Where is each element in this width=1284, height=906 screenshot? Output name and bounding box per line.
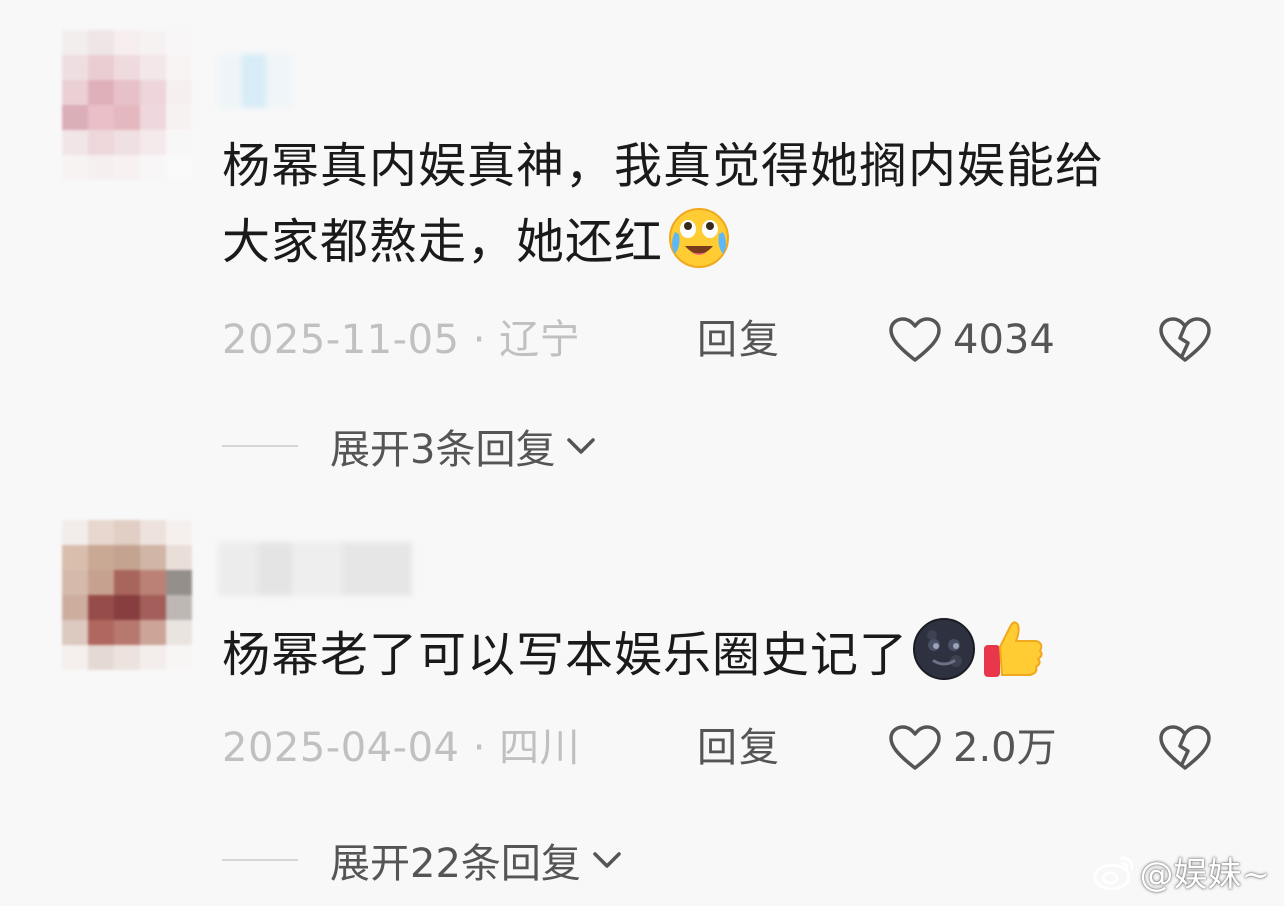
heart-icon [889, 725, 941, 770]
comment-date: 2025-11-05 [222, 317, 460, 363]
username[interactable] [218, 542, 412, 596]
expand-replies-button[interactable]: 展开22条回复 [222, 830, 623, 890]
thumbs-up-emoji-icon [980, 615, 1048, 683]
dislike-button[interactable] [1157, 316, 1213, 381]
new-moon-face-emoji-icon [910, 615, 978, 683]
comment-location: 四川 [499, 725, 581, 771]
comment-location: 辽宁 [499, 317, 581, 363]
chevron-down-icon [593, 852, 621, 868]
chevron-down-icon [567, 438, 596, 454]
reply-button[interactable]: 回复 [697, 310, 781, 370]
crying-laughing-emoji-icon [665, 202, 733, 270]
meta-separator: · [472, 317, 500, 363]
like-count: 2.0万 [953, 725, 1057, 771]
like-button[interactable]: 4034 [887, 310, 1055, 370]
expand-divider [222, 445, 298, 447]
like-count: 4034 [953, 317, 1055, 363]
weibo-icon [1093, 856, 1133, 890]
comment-meta: 2025-11-05 · 辽宁 回复 4034 [222, 310, 1222, 370]
expand-replies-label: 展开3条回复 [330, 427, 556, 473]
meta-separator: · [472, 725, 500, 771]
reply-button[interactable]: 回复 [697, 718, 781, 778]
heart-icon [889, 317, 941, 362]
comment-meta: 2025-04-04 · 四川 回复 2.0万 [222, 718, 1222, 778]
expand-divider [222, 859, 298, 861]
avatar[interactable] [62, 520, 192, 670]
comment-text: 杨幂老了可以写本娱乐圈史记了 [222, 615, 1048, 691]
watermark-text: @娱妹~ [1139, 855, 1271, 895]
comment-text-line: 杨幂老了可以写本娱乐圈史记了 [222, 627, 909, 683]
comment-date: 2025-04-04 [222, 725, 460, 771]
watermark: @娱妹~ [1092, 847, 1271, 896]
comment-text-line: 杨幂真内娱真神，我真觉得她搁内娱能给 [222, 138, 1105, 194]
like-button[interactable]: 2.0万 [887, 718, 1057, 778]
expand-replies-label: 展开22条回复 [330, 841, 581, 887]
comment-date-location: 2025-11-05 · 辽宁 [222, 310, 580, 370]
comment-date-location: 2025-04-04 · 四川 [222, 718, 580, 778]
dislike-button[interactable] [1157, 724, 1213, 789]
broken-heart-icon [1159, 725, 1211, 770]
comment-text-line: 大家都熬走，她还红 [222, 214, 664, 270]
expand-replies-button[interactable]: 展开3条回复 [222, 416, 597, 476]
broken-heart-icon [1159, 317, 1211, 362]
username[interactable] [218, 54, 292, 108]
comment-list: 杨幂真内娱真神，我真觉得她搁内娱能给 大家都熬走，她还红 2025-11-05 … [0, 0, 1284, 906]
comment-text: 杨幂真内娱真神，我真觉得她搁内娱能给 大家都熬走，她还红 [222, 130, 1104, 278]
avatar[interactable] [62, 30, 192, 180]
